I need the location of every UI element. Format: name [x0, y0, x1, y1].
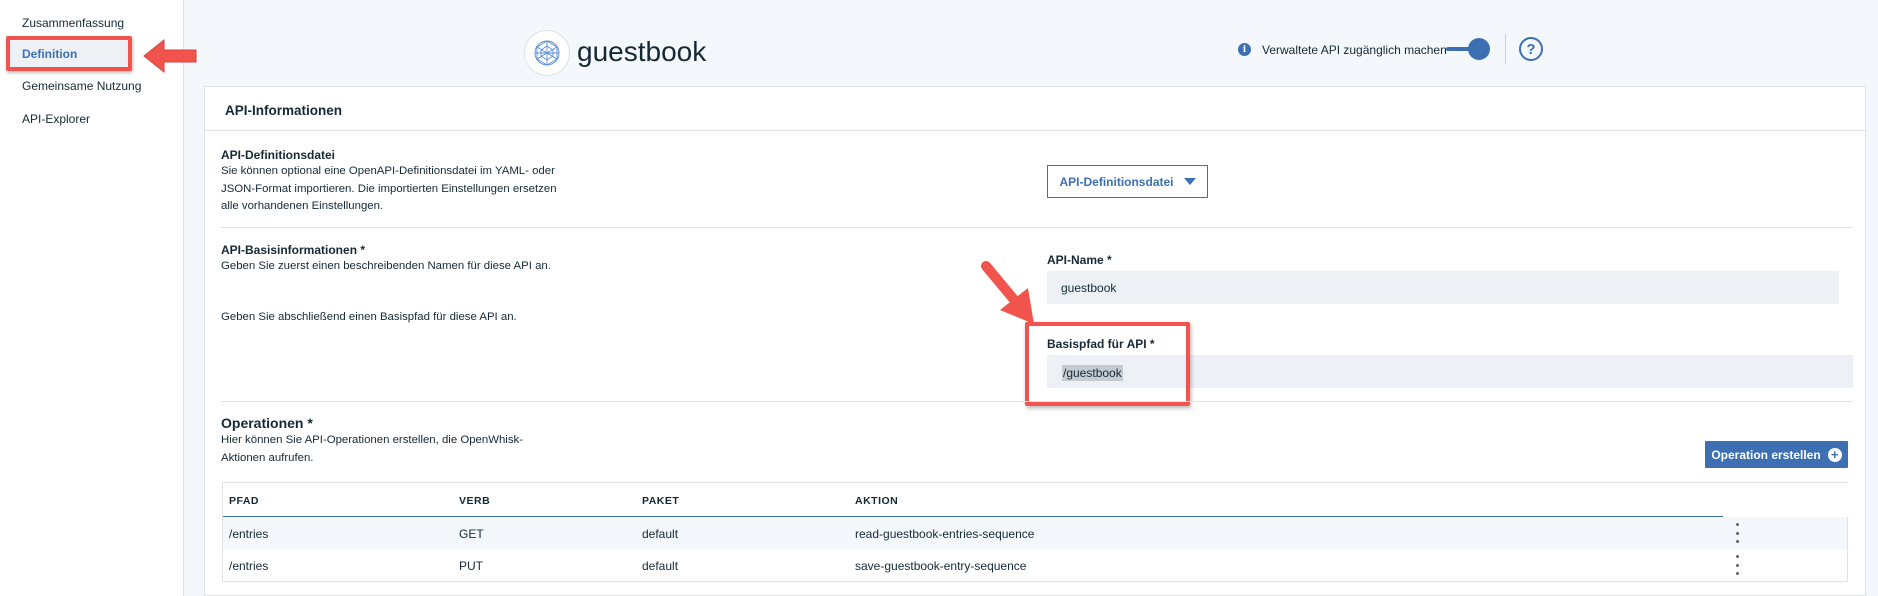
- sidebar-item-api-explorer[interactable]: API-Explorer: [22, 112, 90, 126]
- help-icon[interactable]: ?: [1519, 37, 1543, 61]
- basic-info-path-description: Geben Sie abschließend einen Basispfad f…: [221, 311, 517, 323]
- operations-title: Operationen *: [221, 415, 313, 431]
- divider: [221, 401, 1853, 402]
- create-operation-button[interactable]: Operation erstellen +: [1705, 441, 1848, 468]
- definition-file-dropdown[interactable]: API-Definitionsdatei: [1047, 165, 1208, 198]
- cell-verb: GET: [459, 527, 484, 541]
- cell-action: save-guestbook-entry-sequence: [855, 559, 1027, 573]
- column-header-aktion: AKTION: [855, 495, 899, 507]
- plus-circle-icon: +: [1827, 447, 1842, 462]
- header-spacer: [1723, 483, 1848, 517]
- page-title: guestbook: [577, 36, 707, 67]
- operations-description: Hier können Sie API-Operationen erstelle…: [221, 434, 524, 464]
- panel-title: API-Informationen: [225, 103, 342, 118]
- sidebar-item-gemeinsame-nutzung[interactable]: Gemeinsame Nutzung: [22, 79, 141, 93]
- api-info-panel: API-Informationen API-Definitionsdatei S…: [204, 86, 1867, 596]
- info-icon[interactable]: i: [1238, 43, 1251, 56]
- divider: [1505, 34, 1506, 64]
- basic-info-title: API-Basisinformationen *: [221, 243, 366, 257]
- divider: [205, 130, 1867, 131]
- operations-table: PFAD VERB PAKET AKTION /entries GET defa…: [222, 482, 1848, 582]
- table-header: PFAD VERB PAKET AKTION: [223, 483, 1848, 517]
- sidebar-item-zusammenfassung[interactable]: Zusammenfassung: [22, 16, 124, 30]
- column-header-verb: VERB: [459, 495, 491, 507]
- cell-package: default: [642, 527, 679, 541]
- cell-verb: PUT: [459, 559, 483, 573]
- header: [185, 10, 1878, 86]
- cell-path: /entries: [229, 559, 269, 573]
- api-name-label: API-Name *: [1047, 253, 1112, 267]
- sidebar-item-definition[interactable]: Definition: [22, 47, 77, 61]
- basic-info-name-description: Geben Sie zuerst einen beschreibenden Na…: [221, 260, 551, 272]
- definition-file-description: Sie können optional eine OpenAPI-Definit…: [221, 165, 557, 212]
- api-name-input[interactable]: [1047, 271, 1839, 304]
- cell-action: read-guestbook-entries-sequence: [855, 527, 1035, 541]
- overflow-menu-icon[interactable]: [1732, 523, 1742, 543]
- create-operation-label: Operation erstellen: [1711, 447, 1821, 462]
- caret-down-icon: [1183, 178, 1196, 185]
- cell-path: /entries: [229, 527, 269, 541]
- api-logo-icon: [524, 30, 570, 76]
- definition-file-dropdown-label: API-Definitionsdatei: [1059, 174, 1174, 189]
- managed-api-toggle[interactable]: [1446, 38, 1490, 60]
- column-header-paket: PAKET: [642, 495, 680, 507]
- base-path-highlight: [1025, 322, 1190, 406]
- divider: [221, 227, 1853, 228]
- overflow-menu-icon[interactable]: [1732, 555, 1742, 575]
- table-row[interactable]: /entries PUT default save-guestbook-entr…: [223, 549, 1847, 581]
- table-row[interactable]: /entries GET default read-guestbook-entr…: [223, 517, 1847, 549]
- sidebar: Zusammenfassung Definition Gemeinsame Nu…: [0, 0, 184, 596]
- definition-file-title: API-Definitionsdatei: [221, 148, 336, 162]
- cell-package: default: [642, 559, 679, 573]
- toggle-label: Verwaltete API zugänglich machen: [1262, 43, 1447, 57]
- column-header-pfad: PFAD: [229, 495, 260, 507]
- toggle-knob: [1468, 38, 1490, 60]
